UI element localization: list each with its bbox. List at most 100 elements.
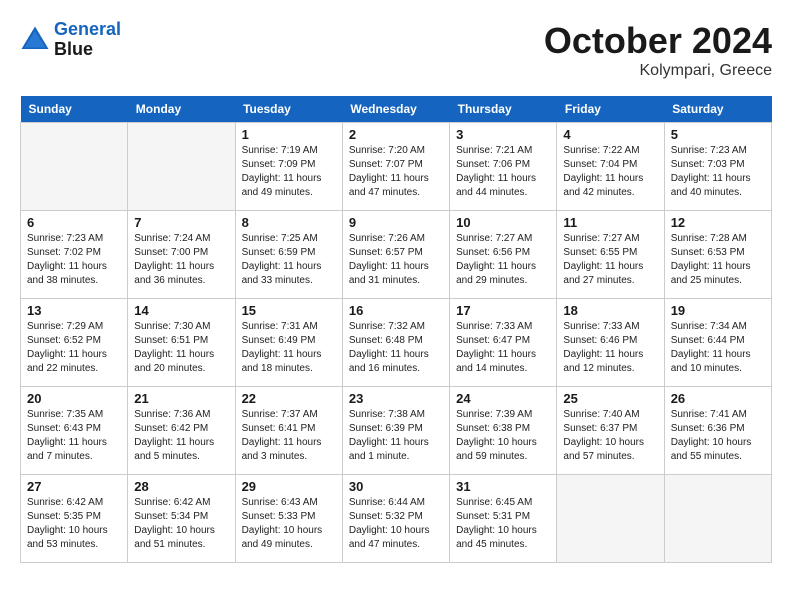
calendar-cell: 2 Sunrise: 7:20 AM Sunset: 7:07 PM Daylig… xyxy=(342,123,449,211)
calendar-cell: 5Sunrise: 7:23 AM Sunset: 7:03 PM Daylig… xyxy=(664,123,771,211)
calendar-cell: 8 Sunrise: 7:25 AM Sunset: 6:59 PM Daylig… xyxy=(235,211,342,299)
day-number: 21 xyxy=(134,391,228,406)
day-info: Sunrise: 6:44 AM Sunset: 5:32 PM Dayligh… xyxy=(349,496,443,552)
calendar-cell: 26 Sunrise: 7:41 AM Sunset: 6:36 PM Dayli… xyxy=(664,387,771,475)
day-info: Sunrise: 7:19 AM Sunset: 7:09 PM Dayligh… xyxy=(242,144,336,200)
day-info: Sunrise: 7:40 AM Sunset: 6:37 PM Dayligh… xyxy=(563,408,657,464)
day-info: Sunrise: 7:27 AM Sunset: 6:55 PM Dayligh… xyxy=(563,232,657,288)
day-info: Sunrise: 7:21 AM Sunset: 7:06 PM Dayligh… xyxy=(456,144,550,200)
calendar-cell: 6Sunrise: 7:23 AM Sunset: 7:02 PM Daylig… xyxy=(21,211,128,299)
day-number: 22 xyxy=(242,391,336,406)
day-info: Sunrise: 7:34 AM Sunset: 6:44 PM Dayligh… xyxy=(671,320,765,376)
day-number: 30 xyxy=(349,479,443,494)
calendar-cell: 16 Sunrise: 7:32 AM Sunset: 6:48 PM Dayli… xyxy=(342,299,449,387)
calendar-cell: 9 Sunrise: 7:26 AM Sunset: 6:57 PM Daylig… xyxy=(342,211,449,299)
calendar-cell xyxy=(21,123,128,211)
calendar-cell: 10Sunrise: 7:27 AM Sunset: 6:56 PM Dayli… xyxy=(450,211,557,299)
weekday-header-friday: Friday xyxy=(557,96,664,123)
calendar-cell xyxy=(664,475,771,563)
calendar-cell: 19 Sunrise: 7:34 AM Sunset: 6:44 PM Dayli… xyxy=(664,299,771,387)
day-number: 13 xyxy=(27,303,121,318)
day-info: Sunrise: 7:26 AM Sunset: 6:57 PM Dayligh… xyxy=(349,232,443,288)
day-number: 23 xyxy=(349,391,443,406)
weekday-header-thursday: Thursday xyxy=(450,96,557,123)
day-info: Sunrise: 7:22 AM Sunset: 7:04 PM Dayligh… xyxy=(563,144,657,200)
calendar-cell: 15 Sunrise: 7:31 AM Sunset: 6:49 PM Dayli… xyxy=(235,299,342,387)
day-info: Sunrise: 7:23 AM Sunset: 7:02 PM Dayligh… xyxy=(27,232,121,288)
weekday-header-row: SundayMondayTuesdayWednesdayThursdayFrid… xyxy=(21,96,772,123)
day-number: 9 xyxy=(349,215,443,230)
day-info: Sunrise: 7:24 AM Sunset: 7:00 PM Dayligh… xyxy=(134,232,228,288)
day-number: 10 xyxy=(456,215,550,230)
weekday-header-sunday: Sunday xyxy=(21,96,128,123)
day-info: Sunrise: 7:28 AM Sunset: 6:53 PM Dayligh… xyxy=(671,232,765,288)
month-title: October 2024 xyxy=(544,20,772,62)
day-info: Sunrise: 7:37 AM Sunset: 6:41 PM Dayligh… xyxy=(242,408,336,464)
weekday-header-monday: Monday xyxy=(128,96,235,123)
weekday-header-tuesday: Tuesday xyxy=(235,96,342,123)
calendar-cell: 23 Sunrise: 7:38 AM Sunset: 6:39 PM Dayli… xyxy=(342,387,449,475)
day-number: 24 xyxy=(456,391,550,406)
day-info: Sunrise: 7:29 AM Sunset: 6:52 PM Dayligh… xyxy=(27,320,121,376)
calendar-cell xyxy=(557,475,664,563)
calendar-cell: 7 Sunrise: 7:24 AM Sunset: 7:00 PM Daylig… xyxy=(128,211,235,299)
day-number: 28 xyxy=(134,479,228,494)
title-block: October 2024 Kolympari, Greece xyxy=(544,20,772,80)
day-number: 20 xyxy=(27,391,121,406)
calendar-cell: 27 Sunrise: 6:42 AM Sunset: 5:35 PM Dayli… xyxy=(21,475,128,563)
day-number: 15 xyxy=(242,303,336,318)
calendar-cell: 17 Sunrise: 7:33 AM Sunset: 6:47 PM Dayli… xyxy=(450,299,557,387)
calendar-cell: 30 Sunrise: 6:44 AM Sunset: 5:32 PM Dayli… xyxy=(342,475,449,563)
day-info: Sunrise: 7:31 AM Sunset: 6:49 PM Dayligh… xyxy=(242,320,336,376)
calendar-cell: 12 Sunrise: 7:28 AM Sunset: 6:53 PM Dayli… xyxy=(664,211,771,299)
day-info: Sunrise: 7:41 AM Sunset: 6:36 PM Dayligh… xyxy=(671,408,765,464)
day-number: 8 xyxy=(242,215,336,230)
weekday-header-saturday: Saturday xyxy=(664,96,771,123)
day-info: Sunrise: 7:32 AM Sunset: 6:48 PM Dayligh… xyxy=(349,320,443,376)
day-number: 27 xyxy=(27,479,121,494)
logo-text: General Blue xyxy=(54,20,121,60)
day-info: Sunrise: 7:35 AM Sunset: 6:43 PM Dayligh… xyxy=(27,408,121,464)
calendar-cell: 28 Sunrise: 6:42 AM Sunset: 5:34 PM Dayli… xyxy=(128,475,235,563)
day-number: 18 xyxy=(563,303,657,318)
day-info: Sunrise: 7:30 AM Sunset: 6:51 PM Dayligh… xyxy=(134,320,228,376)
week-row-3: 13 Sunrise: 7:29 AM Sunset: 6:52 PM Dayli… xyxy=(21,299,772,387)
calendar-cell: 29Sunrise: 6:43 AM Sunset: 5:33 PM Dayli… xyxy=(235,475,342,563)
calendar-cell: 20 Sunrise: 7:35 AM Sunset: 6:43 PM Dayli… xyxy=(21,387,128,475)
day-number: 11 xyxy=(563,215,657,230)
day-info: Sunrise: 6:42 AM Sunset: 5:34 PM Dayligh… xyxy=(134,496,228,552)
day-number: 5 xyxy=(671,127,765,142)
day-info: Sunrise: 6:42 AM Sunset: 5:35 PM Dayligh… xyxy=(27,496,121,552)
day-number: 7 xyxy=(134,215,228,230)
page-header: General Blue October 2024 Kolympari, Gre… xyxy=(20,20,772,80)
day-number: 12 xyxy=(671,215,765,230)
week-row-1: 1 Sunrise: 7:19 AM Sunset: 7:09 PM Daylig… xyxy=(21,123,772,211)
day-number: 25 xyxy=(563,391,657,406)
day-number: 26 xyxy=(671,391,765,406)
calendar-cell: 22 Sunrise: 7:37 AM Sunset: 6:41 PM Dayli… xyxy=(235,387,342,475)
weekday-header-wednesday: Wednesday xyxy=(342,96,449,123)
calendar-cell: 1 Sunrise: 7:19 AM Sunset: 7:09 PM Daylig… xyxy=(235,123,342,211)
day-info: Sunrise: 7:25 AM Sunset: 6:59 PM Dayligh… xyxy=(242,232,336,288)
day-number: 3 xyxy=(456,127,550,142)
calendar-cell: 18 Sunrise: 7:33 AM Sunset: 6:46 PM Dayli… xyxy=(557,299,664,387)
day-info: Sunrise: 7:38 AM Sunset: 6:39 PM Dayligh… xyxy=(349,408,443,464)
day-info: Sunrise: 7:33 AM Sunset: 6:47 PM Dayligh… xyxy=(456,320,550,376)
location: Kolympari, Greece xyxy=(544,62,772,80)
day-number: 1 xyxy=(242,127,336,142)
day-info: Sunrise: 7:33 AM Sunset: 6:46 PM Dayligh… xyxy=(563,320,657,376)
calendar-cell: 14Sunrise: 7:30 AM Sunset: 6:51 PM Dayli… xyxy=(128,299,235,387)
calendar-cell: 3 Sunrise: 7:21 AM Sunset: 7:06 PM Daylig… xyxy=(450,123,557,211)
day-info: Sunrise: 7:20 AM Sunset: 7:07 PM Dayligh… xyxy=(349,144,443,200)
day-number: 17 xyxy=(456,303,550,318)
day-number: 19 xyxy=(671,303,765,318)
day-number: 16 xyxy=(349,303,443,318)
calendar-cell xyxy=(128,123,235,211)
logo-icon xyxy=(20,25,50,55)
day-number: 2 xyxy=(349,127,443,142)
day-number: 29 xyxy=(242,479,336,494)
calendar-cell: 31Sunrise: 6:45 AM Sunset: 5:31 PM Dayli… xyxy=(450,475,557,563)
logo: General Blue xyxy=(20,20,121,60)
day-number: 4 xyxy=(563,127,657,142)
day-info: Sunrise: 7:39 AM Sunset: 6:38 PM Dayligh… xyxy=(456,408,550,464)
